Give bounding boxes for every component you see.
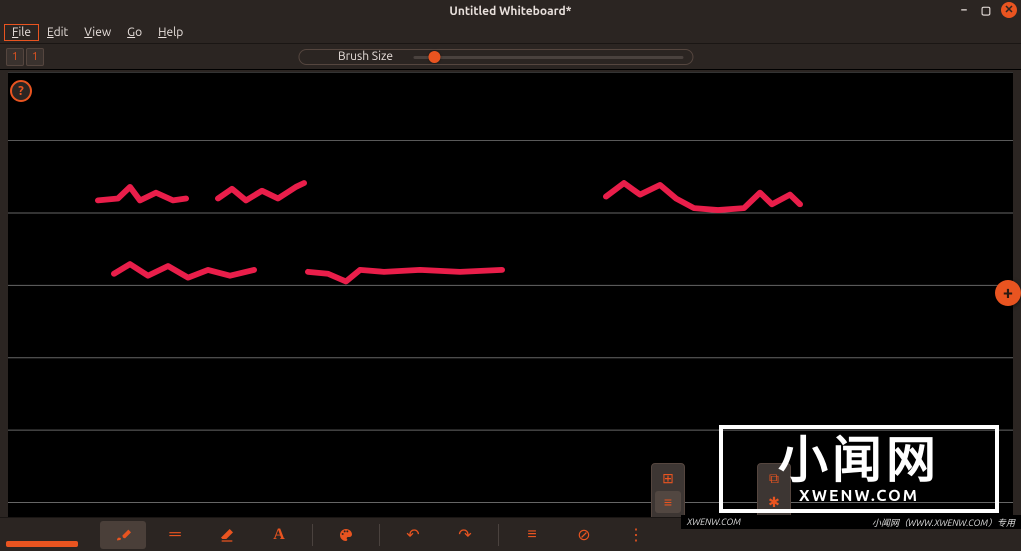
bottom-toolbar: ═ A ↶↷ ≡⊘⋮ bbox=[0, 517, 1021, 551]
accent-indicator bbox=[6, 541, 78, 547]
menu-edit[interactable]: Edit bbox=[39, 24, 76, 41]
more-icon[interactable]: ⋮ bbox=[613, 521, 659, 549]
slider-thumb[interactable] bbox=[428, 51, 440, 63]
menu-view[interactable]: View bbox=[76, 24, 119, 41]
page-total[interactable]: 1 bbox=[26, 48, 44, 66]
brush-size-label: Brush Size bbox=[338, 50, 393, 63]
grid-icon[interactable]: ⊞ bbox=[655, 467, 681, 489]
redo-icon[interactable]: ↷ bbox=[442, 521, 488, 549]
page-indicator: 1 1 bbox=[6, 48, 44, 66]
minimize-button[interactable]: – bbox=[957, 3, 971, 17]
menu-file[interactable]: File bbox=[4, 24, 39, 41]
undo-icon[interactable]: ↶ bbox=[390, 521, 436, 549]
menubar: FileEditViewGoHelp bbox=[0, 22, 1021, 44]
brush-tool-icon[interactable] bbox=[100, 521, 146, 549]
lines-toggle-icon[interactable]: ≡ bbox=[509, 521, 555, 549]
text-tool-icon[interactable]: A bbox=[256, 521, 302, 549]
close-button[interactable]: ✕ bbox=[1001, 2, 1017, 18]
ink-strokes bbox=[98, 183, 800, 281]
lines-icon[interactable]: ≡ bbox=[655, 491, 681, 513]
brush-size-slider[interactable] bbox=[413, 49, 683, 65]
maximize-button[interactable]: ▢ bbox=[979, 3, 993, 17]
whiteboard-canvas[interactable] bbox=[8, 72, 1013, 517]
copy-icon[interactable]: ⧉ bbox=[761, 467, 787, 489]
menu-help[interactable]: Help bbox=[150, 24, 191, 41]
window-title: Untitled Whiteboard* bbox=[449, 5, 571, 18]
eraser-icon[interactable] bbox=[204, 521, 250, 549]
separator bbox=[498, 524, 499, 546]
menu-go[interactable]: Go bbox=[119, 24, 150, 41]
palette-icon[interactable] bbox=[323, 521, 369, 549]
page-current[interactable]: 1 bbox=[6, 48, 24, 66]
help-icon: ? bbox=[18, 84, 24, 98]
plus-icon: + bbox=[1003, 283, 1013, 303]
add-page-button[interactable]: + bbox=[995, 280, 1021, 306]
app-window: Untitled Whiteboard* – ▢ ✕ FileEditViewG… bbox=[0, 0, 1021, 551]
clear-icon[interactable]: ⊘ bbox=[561, 521, 607, 549]
separator bbox=[379, 524, 380, 546]
separator bbox=[312, 524, 313, 546]
brush-toolbar: 1 1 Brush Size bbox=[0, 44, 1021, 70]
window-controls: – ▢ ✕ bbox=[957, 2, 1017, 18]
star-icon[interactable]: ✱ bbox=[761, 491, 787, 513]
highlighter-icon[interactable]: ═ bbox=[152, 521, 198, 549]
help-button[interactable]: ? bbox=[10, 80, 32, 102]
titlebar: Untitled Whiteboard* – ▢ ✕ bbox=[0, 0, 1021, 22]
